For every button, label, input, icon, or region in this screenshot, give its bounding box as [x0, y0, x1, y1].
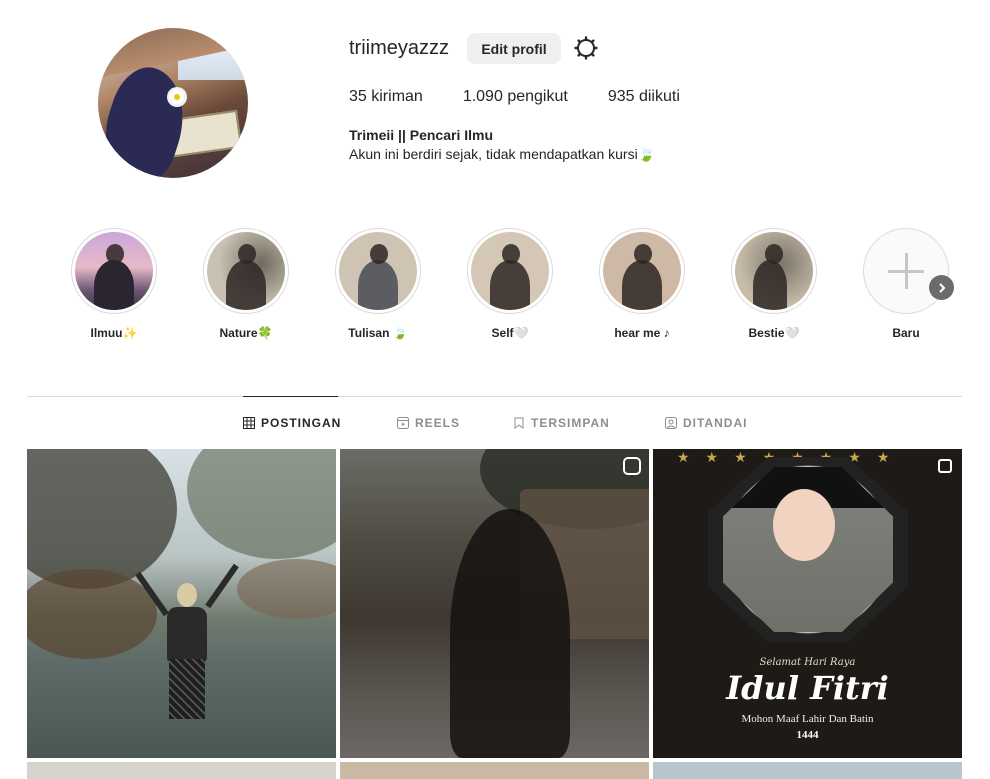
- profile-bio: Akun ini berdiri sejak, tidak mendapatka…: [349, 146, 656, 162]
- stat-followers[interactable]: 1.090 pengikut: [463, 88, 568, 106]
- post-tile[interactable]: [340, 762, 649, 779]
- highlight-item[interactable]: Tulisan 🍃: [335, 228, 421, 340]
- stat-posts-label: kiriman: [371, 88, 423, 105]
- reels-icon: [397, 417, 409, 429]
- stat-following-value: 935: [607, 88, 635, 105]
- post-tile[interactable]: [27, 449, 336, 758]
- profile-full-name: Trimeii || Pencari Ilmu: [349, 127, 493, 143]
- profile-stats: 35 kiriman 1.090 pengikut 935 diikuti: [349, 88, 720, 106]
- stat-followers-label: pengikut: [507, 88, 568, 105]
- highlight-label: Baru: [892, 326, 920, 340]
- stat-posts: 35 kiriman: [349, 88, 423, 106]
- highlight-label: Tulisan 🍃: [348, 326, 408, 340]
- edit-profile-button[interactable]: Edit profil: [467, 33, 561, 64]
- highlight-item[interactable]: Self🤍: [467, 228, 553, 340]
- stat-posts-value: 35: [349, 88, 367, 105]
- post-tile[interactable]: ★★★★★★★★ Selamat Hari Raya Idul Fitri Mo…: [653, 449, 962, 758]
- highlight-label: Ilmuu✨: [90, 326, 138, 340]
- chevron-right-icon[interactable]: [929, 275, 954, 300]
- tabs-divider: [27, 396, 962, 397]
- gear-icon[interactable]: [574, 36, 598, 60]
- post-tile[interactable]: [340, 449, 649, 758]
- tab-posts[interactable]: POSTINGAN: [243, 416, 341, 430]
- post-greeting-large: Idul Fitri: [726, 669, 889, 707]
- post-greeting-sub: Mohon Maaf Lahir Dan Batin: [741, 713, 874, 725]
- stat-followers-value: 1.090: [462, 88, 503, 105]
- post-tile[interactable]: [653, 762, 962, 779]
- highlight-item[interactable]: Bestie🤍: [731, 228, 817, 340]
- profile-avatar[interactable]: [98, 28, 248, 178]
- post-greeting-year: 1444: [796, 729, 819, 741]
- highlight-item[interactable]: Ilmuu✨: [71, 228, 157, 340]
- post-tile[interactable]: [27, 762, 336, 779]
- highlight-label: Bestie🤍: [748, 326, 800, 340]
- carousel-icon: [938, 459, 952, 473]
- post-greeting-small: Selamat Hari Raya: [759, 657, 856, 668]
- highlight-label: Nature🍀: [219, 326, 273, 340]
- bookmark-icon: [514, 417, 524, 429]
- tab-label: POSTINGAN: [261, 416, 342, 430]
- highlight-label: Self🤍: [491, 326, 529, 340]
- tag-user-icon: [665, 417, 677, 429]
- highlight-item[interactable]: hear me ♪: [599, 228, 685, 340]
- active-tab-indicator: [243, 396, 338, 397]
- highlight-label: hear me ♪: [614, 326, 670, 340]
- profile-username: triimeyazzz: [349, 37, 450, 59]
- highlight-item[interactable]: Nature🍀: [203, 228, 289, 340]
- tab-label: DITANDAI: [683, 416, 748, 430]
- reels-icon: [623, 457, 641, 475]
- tab-tagged[interactable]: DITANDAI: [665, 416, 747, 430]
- tab-reels[interactable]: REELS: [397, 416, 460, 430]
- tab-label: REELS: [415, 416, 461, 430]
- stat-following[interactable]: 935 diikuti: [608, 88, 680, 106]
- stat-following-label: diikuti: [638, 88, 680, 105]
- tab-saved[interactable]: TERSIMPAN: [513, 416, 610, 430]
- tab-label: TERSIMPAN: [531, 416, 610, 430]
- plus-icon: [863, 228, 949, 314]
- grid-icon: [243, 417, 255, 429]
